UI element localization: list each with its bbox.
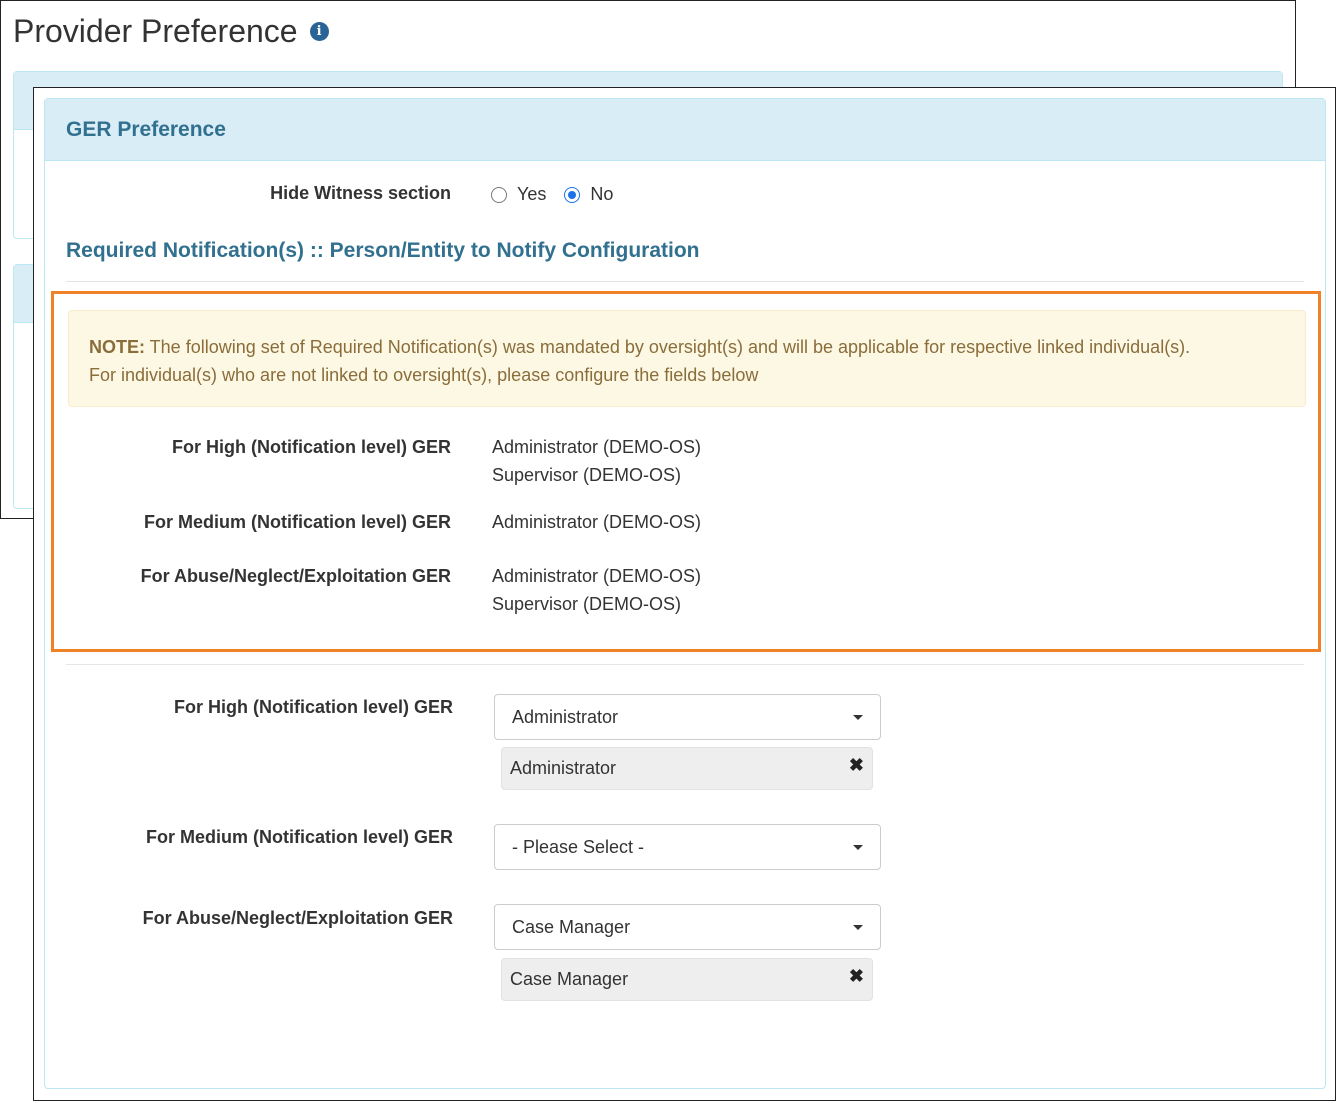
ger-preference-window: GER Preference Hide Witness section Yes …	[33, 87, 1336, 1101]
mandated-abuse-value: Supervisor (DEMO-OS)	[492, 594, 682, 614]
note-line-1: The following set of Required Notificati…	[145, 337, 1191, 357]
hide-witness-label: Hide Witness section	[270, 183, 451, 203]
hide-witness-radio-group: Yes No	[491, 184, 631, 205]
config-abuse-tag-label: Case Manager	[510, 969, 629, 989]
page-title-text: Provider Preference	[13, 13, 298, 49]
hide-witness-yes-label[interactable]: Yes	[517, 184, 546, 205]
hide-witness-no-label[interactable]: No	[590, 184, 613, 205]
note-prefix: NOTE:	[89, 337, 145, 357]
page-title: Provider Preference i	[13, 13, 329, 50]
panel-heading: GER Preference	[45, 99, 1325, 161]
config-high-select[interactable]: Administrator	[494, 694, 881, 740]
mandated-abuse-label: For Abuse/Neglect/Exploitation GER	[140, 566, 451, 586]
caret-down-icon	[853, 844, 863, 850]
mandated-medium-label: For Medium (Notification level) GER	[143, 512, 451, 532]
note-alert: NOTE: The following set of Required Noti…	[68, 310, 1306, 407]
mandated-high-label: For High (Notification level) GER	[171, 437, 451, 457]
hide-witness-no-radio[interactable]	[564, 186, 581, 203]
config-medium-label: For Medium (Notification level) GER	[145, 827, 453, 847]
mandated-medium-value: Administrator (DEMO-OS)	[492, 512, 702, 532]
panel-title: GER Preference	[66, 117, 226, 141]
config-medium-select[interactable]: - Please Select -	[494, 824, 881, 870]
mandated-abuse-value: Administrator (DEMO-OS)	[492, 566, 702, 586]
divider	[66, 281, 1304, 282]
section-title: Required Notification(s) :: Person/Entit…	[66, 239, 700, 262]
hide-witness-yes-radio[interactable]	[491, 186, 507, 203]
caret-down-icon	[853, 714, 863, 720]
config-high-tag: Administrator ✖	[501, 747, 873, 790]
config-abuse-selected-value: Case Manager	[512, 916, 631, 937]
mandated-high-values: Administrator (DEMO-OS) Supervisor (DEMO…	[492, 433, 701, 489]
mandated-abuse-values: Administrator (DEMO-OS) Supervisor (DEMO…	[492, 562, 701, 618]
config-high-selected-value: Administrator	[512, 706, 619, 727]
info-icon[interactable]: i	[309, 22, 329, 41]
config-medium-selected-value: - Please Select -	[512, 836, 645, 857]
config-high-tag-label: Administrator	[510, 758, 617, 778]
config-abuse-tag: Case Manager ✖	[501, 958, 873, 1001]
caret-down-icon	[853, 924, 863, 930]
close-icon[interactable]: ✖	[849, 966, 864, 987]
mandated-high-value: Supervisor (DEMO-OS)	[492, 465, 682, 485]
note-line-2: For individual(s) who are not linked to …	[89, 365, 759, 385]
mandated-notifications-highlight: NOTE: The following set of Required Noti…	[51, 291, 1321, 652]
ger-preference-panel: GER Preference Hide Witness section Yes …	[44, 98, 1326, 1089]
mandated-medium-values: Administrator (DEMO-OS)	[492, 508, 701, 536]
config-abuse-label: For Abuse/Neglect/Exploitation GER	[142, 908, 453, 928]
config-abuse-select[interactable]: Case Manager	[494, 904, 881, 950]
divider	[66, 664, 1304, 665]
close-icon[interactable]: ✖	[849, 755, 864, 776]
config-high-label: For High (Notification level) GER	[173, 697, 453, 717]
mandated-high-value: Administrator (DEMO-OS)	[492, 437, 702, 457]
